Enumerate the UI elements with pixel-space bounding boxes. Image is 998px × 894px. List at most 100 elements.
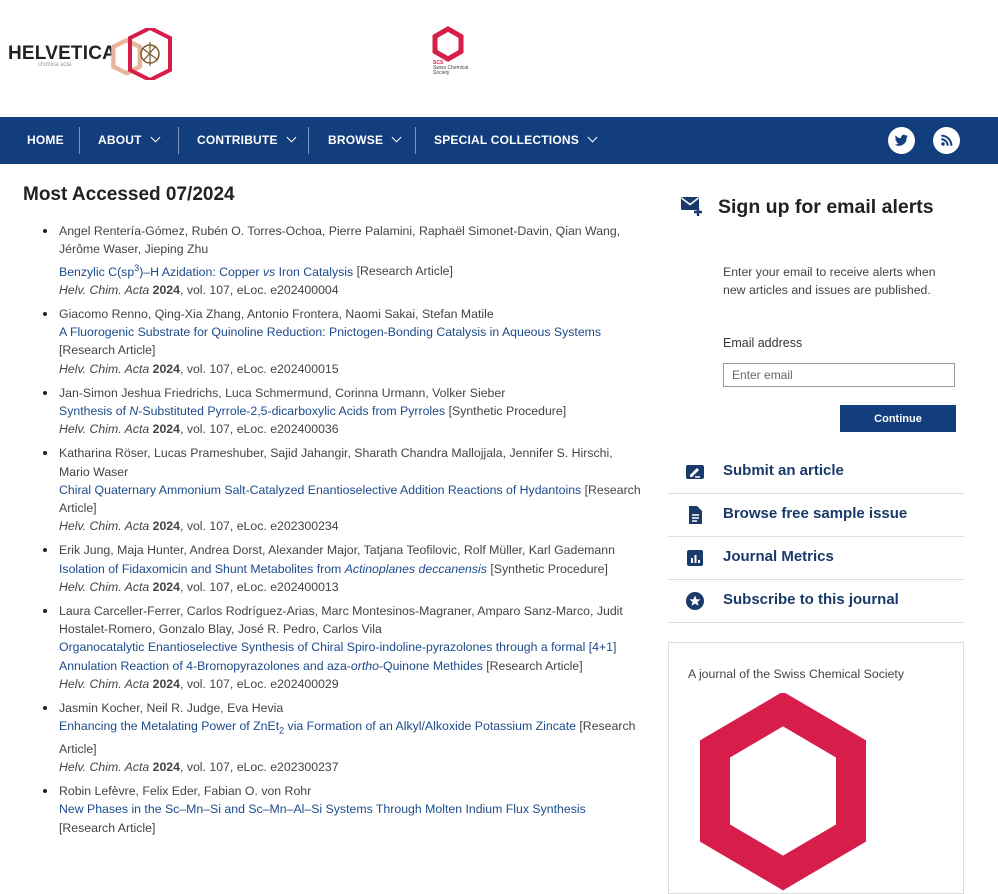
main-content: Most Accessed 07/2024 Angel Rentería-Góm… bbox=[0, 164, 660, 885]
citation-rest: , vol. 107, eLoc. e202400013 bbox=[179, 579, 339, 594]
article-title-line: New Phases in the Sc–Mn–Si and Sc–Mn–Al–… bbox=[59, 800, 641, 836]
article-type: [Research Article] bbox=[486, 658, 583, 673]
article-title-link[interactable]: Chiral Quaternary Ammonium Salt-Catalyze… bbox=[59, 483, 581, 497]
article-title-link[interactable]: Benzylic C(sp3)–H Azidation: Copper vs I… bbox=[59, 262, 353, 279]
link-label: Subscribe to this journal bbox=[723, 591, 899, 608]
year: 2024 bbox=[152, 361, 180, 376]
year: 2024 bbox=[152, 676, 180, 691]
document-icon bbox=[689, 506, 702, 524]
article-authors: Erik Jung, Maja Hunter, Andrea Dorst, Al… bbox=[59, 543, 615, 558]
article-title-line: Organocatalytic Enantioselective Synthes… bbox=[59, 638, 641, 674]
list-item: Erik Jung, Maja Hunter, Andrea Dorst, Al… bbox=[41, 541, 641, 596]
article-authors: Laura Carceller-Ferrer, Carlos Rodríguez… bbox=[59, 603, 623, 637]
nav-about[interactable]: ABOUT bbox=[98, 117, 161, 164]
scs-large-hexagon-icon bbox=[700, 693, 866, 891]
year: 2024 bbox=[152, 579, 180, 594]
article-authors: Jasmin Kocher, Neil R. Judge, Eva Hevia bbox=[59, 700, 284, 715]
chart-icon bbox=[687, 550, 703, 566]
article-type: [Research Article] bbox=[59, 820, 156, 835]
citation-rest: , vol. 107, eLoc. e202300237 bbox=[179, 760, 339, 775]
article-citation: Helv. Chim. Acta 2024, vol. 107, eLoc. e… bbox=[59, 360, 641, 378]
chevron-down-icon bbox=[150, 132, 161, 143]
email-label: Email address bbox=[723, 336, 803, 350]
article-title-link[interactable]: Isolation of Fidaxomicin and Shunt Metab… bbox=[59, 562, 487, 576]
twitter-icon[interactable] bbox=[888, 127, 915, 154]
nav-browse[interactable]: BROWSE bbox=[328, 117, 402, 164]
title-italic: N bbox=[129, 403, 139, 418]
star-icon bbox=[686, 592, 704, 610]
year: 2024 bbox=[152, 282, 180, 297]
article-list: Angel Rentería-Gómez, Rubén O. Torres-Oc… bbox=[41, 222, 641, 843]
title-part: )–H Azidation: Copper bbox=[139, 264, 263, 279]
title-part: -Substituted Pyrrole-2,5-dicarboxylic Ac… bbox=[138, 403, 446, 418]
journal-description: A journal of the Swiss Chemical Society bbox=[688, 667, 904, 681]
subscribe-link[interactable]: Subscribe to this journal bbox=[668, 579, 964, 623]
list-item: Jan-Simon Jeshua Friedrichs, Luca Schmer… bbox=[41, 384, 641, 439]
site-header: HELVETICA chimica acta SCS Swiss Chemica… bbox=[0, 0, 998, 116]
journal-metrics-link[interactable]: Journal Metrics bbox=[668, 536, 964, 580]
nav-divider bbox=[79, 127, 80, 154]
nav-contribute[interactable]: CONTRIBUTE bbox=[197, 117, 297, 164]
rss-icon[interactable] bbox=[933, 127, 960, 154]
twitter-bird-icon bbox=[894, 134, 908, 146]
logo-subtext: chimica acta bbox=[38, 62, 72, 68]
nav-divider bbox=[178, 127, 179, 154]
article-authors: Jan-Simon Jeshua Friedrichs, Luca Schmer… bbox=[59, 385, 506, 400]
title-part: Isolation of Fidaxomicin and Shunt Metab… bbox=[59, 561, 345, 576]
link-label: Journal Metrics bbox=[723, 548, 834, 565]
continue-button[interactable]: Continue bbox=[840, 405, 956, 432]
article-title-line: Isolation of Fidaxomicin and Shunt Metab… bbox=[59, 560, 641, 578]
page-title: Most Accessed 07/2024 bbox=[23, 184, 235, 205]
article-title-line: Synthesis of N-Substituted Pyrrole-2,5-d… bbox=[59, 402, 641, 420]
year: 2024 bbox=[152, 519, 180, 534]
article-title-link[interactable]: New Phases in the Sc–Mn–Si and Sc–Mn–Al–… bbox=[59, 802, 586, 816]
article-title-link[interactable]: Enhancing the Metalating Power of ZnEt2 … bbox=[59, 719, 576, 735]
swiss-chemical-society-logo[interactable]: SCS Swiss Chemical Society bbox=[430, 26, 470, 86]
article-type: [Research Article] bbox=[356, 264, 453, 279]
journal-name: Helv. Chim. Acta bbox=[59, 282, 150, 297]
title-part: Enhancing the Metalating Power of ZnEt bbox=[59, 719, 280, 734]
nav-label: ABOUT bbox=[98, 133, 142, 147]
article-title-link[interactable]: Synthesis of N-Substituted Pyrrole-2,5-d… bbox=[59, 404, 445, 418]
article-citation: Helv. Chim. Acta 2024, vol. 107, eLoc. e… bbox=[59, 758, 641, 776]
chevron-down-icon bbox=[286, 132, 297, 143]
nav-divider bbox=[308, 127, 309, 154]
list-item: Giacomo Renno, Qing-Xia Zhang, Antonio F… bbox=[41, 305, 641, 378]
edit-icon bbox=[686, 465, 704, 479]
nav-home[interactable]: HOME bbox=[27, 117, 64, 164]
helvetica-logo[interactable]: HELVETICA chimica acta bbox=[8, 28, 172, 84]
article-type: [Synthetic Procedure] bbox=[490, 561, 608, 576]
article-citation: Helv. Chim. Acta 2024, vol. 107, eLoc. e… bbox=[59, 517, 641, 535]
nav-special-collections[interactable]: SPECIAL COLLECTIONS bbox=[434, 117, 598, 164]
link-label: Browse free sample issue bbox=[723, 505, 908, 522]
list-item: Robin Lefèvre, Felix Eder, Fabian O. von… bbox=[41, 782, 641, 837]
article-title-line: A Fluorogenic Substrate for Quinoline Re… bbox=[59, 323, 641, 359]
article-citation: Helv. Chim. Acta 2024, vol. 107, eLoc. e… bbox=[59, 281, 641, 299]
rss-feed-icon bbox=[941, 134, 953, 146]
chevron-down-icon bbox=[587, 132, 598, 143]
article-title-link[interactable]: A Fluorogenic Substrate for Quinoline Re… bbox=[59, 325, 601, 339]
title-part: -Quinone Methides bbox=[378, 658, 483, 673]
helvetica-hexagon-icon bbox=[111, 28, 172, 80]
list-item: Katharina Röser, Lucas Prameshuber, Saji… bbox=[41, 444, 641, 535]
citation-rest: , vol. 107, eLoc. e202400036 bbox=[179, 422, 339, 437]
nav-label: SPECIAL COLLECTIONS bbox=[434, 133, 579, 147]
list-item: Jasmin Kocher, Neil R. Judge, Eva Hevia … bbox=[41, 699, 641, 776]
title-italic: ortho bbox=[350, 658, 379, 673]
journal-name: Helv. Chim. Acta bbox=[59, 422, 150, 437]
email-field[interactable] bbox=[723, 363, 955, 387]
journal-name: Helv. Chim. Acta bbox=[59, 676, 150, 691]
list-item: Laura Carceller-Ferrer, Carlos Rodríguez… bbox=[41, 602, 641, 693]
year: 2024 bbox=[152, 422, 180, 437]
submit-article-link[interactable]: Submit an article bbox=[668, 450, 964, 494]
citation-rest: , vol. 107, eLoc. e202300234 bbox=[179, 519, 339, 534]
article-citation: Helv. Chim. Acta 2024, vol. 107, eLoc. e… bbox=[59, 578, 641, 596]
journal-name: Helv. Chim. Acta bbox=[59, 579, 150, 594]
journal-name: Helv. Chim. Acta bbox=[59, 760, 150, 775]
list-item: Angel Rentería-Gómez, Rubén O. Torres-Oc… bbox=[41, 222, 641, 299]
article-authors: Katharina Röser, Lucas Prameshuber, Saji… bbox=[59, 446, 613, 479]
browse-sample-issue-link[interactable]: Browse free sample issue bbox=[668, 493, 964, 537]
link-label: Submit an article bbox=[723, 462, 844, 479]
nav-label: CONTRIBUTE bbox=[197, 133, 278, 147]
article-citation: Helv. Chim. Acta 2024, vol. 107, eLoc. e… bbox=[59, 675, 641, 693]
